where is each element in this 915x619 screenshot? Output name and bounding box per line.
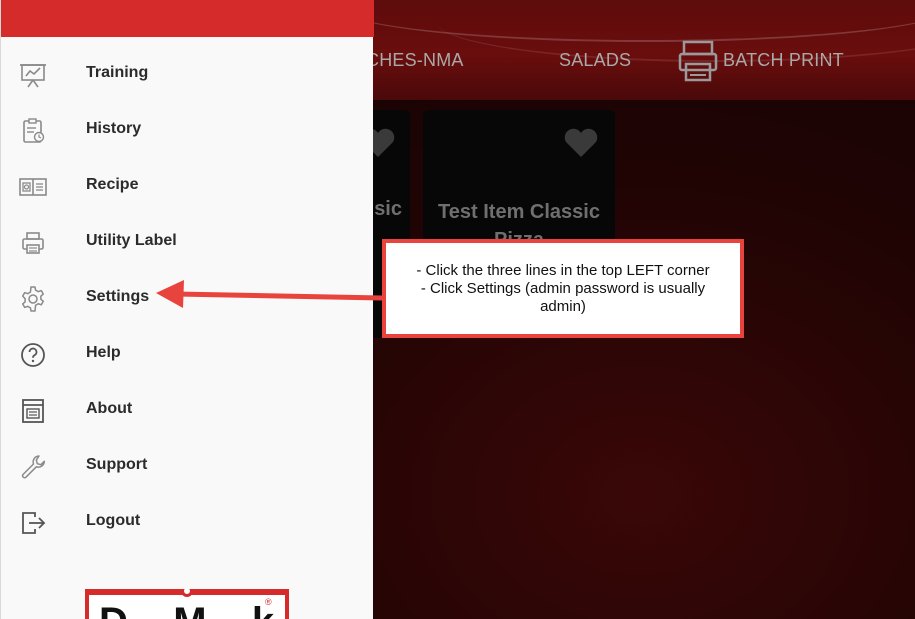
menu-item-logout[interactable]: Logout bbox=[1, 495, 374, 551]
menu-item-help[interactable]: Help bbox=[1, 327, 374, 383]
menu-item-support[interactable]: Support bbox=[1, 439, 374, 495]
instruction-callout: - Click the three lines in the top LEFT … bbox=[382, 239, 744, 338]
about-document-icon bbox=[22, 399, 44, 423]
menu-label-utility-label: Utility Label bbox=[86, 232, 177, 249]
wrench-icon bbox=[21, 455, 46, 479]
brand-logo: D M k ® bbox=[85, 589, 289, 619]
menu-label-settings: Settings bbox=[86, 288, 150, 305]
menu-item-recipe[interactable]: Recipe bbox=[1, 159, 374, 215]
batch-print-icon[interactable] bbox=[678, 40, 720, 82]
menu-item-training[interactable]: Training bbox=[1, 47, 374, 103]
instruction-line-1: - Click the three lines in the top LEFT … bbox=[416, 261, 710, 279]
gear-icon bbox=[21, 286, 45, 312]
menu-label-support: Support bbox=[86, 456, 148, 473]
tab-batch-print[interactable]: BATCH PRINT bbox=[723, 50, 844, 71]
help-circle-icon bbox=[21, 343, 45, 367]
menu-label-about: About bbox=[86, 400, 133, 417]
recipe-book-icon bbox=[19, 178, 47, 196]
menu-label-recipe: Recipe bbox=[86, 176, 139, 193]
favorite-heart-icon[interactable] bbox=[563, 128, 599, 158]
tab-sandwiches[interactable]: CHES-NMA bbox=[366, 50, 464, 71]
clipboard-history-icon bbox=[23, 118, 45, 143]
logout-icon bbox=[22, 512, 46, 534]
menu-item-history[interactable]: History bbox=[1, 103, 374, 159]
menu-label-training: Training bbox=[86, 64, 149, 81]
printer-icon bbox=[22, 232, 44, 254]
tab-salads[interactable]: SALADS bbox=[559, 50, 631, 71]
menu-label-history: History bbox=[86, 120, 142, 137]
menu-item-about[interactable]: About bbox=[1, 383, 374, 439]
menu-label-logout: Logout bbox=[86, 512, 141, 529]
menu-item-utility-label[interactable]: Utility Label bbox=[1, 215, 374, 271]
menu-label-help: Help bbox=[86, 344, 121, 361]
presentation-chart-icon bbox=[20, 64, 46, 88]
annotation-arrow bbox=[156, 280, 385, 308]
drawer-header-bar bbox=[1, 0, 374, 37]
instruction-line-2: - Click Settings (admin password is usua… bbox=[420, 279, 710, 315]
